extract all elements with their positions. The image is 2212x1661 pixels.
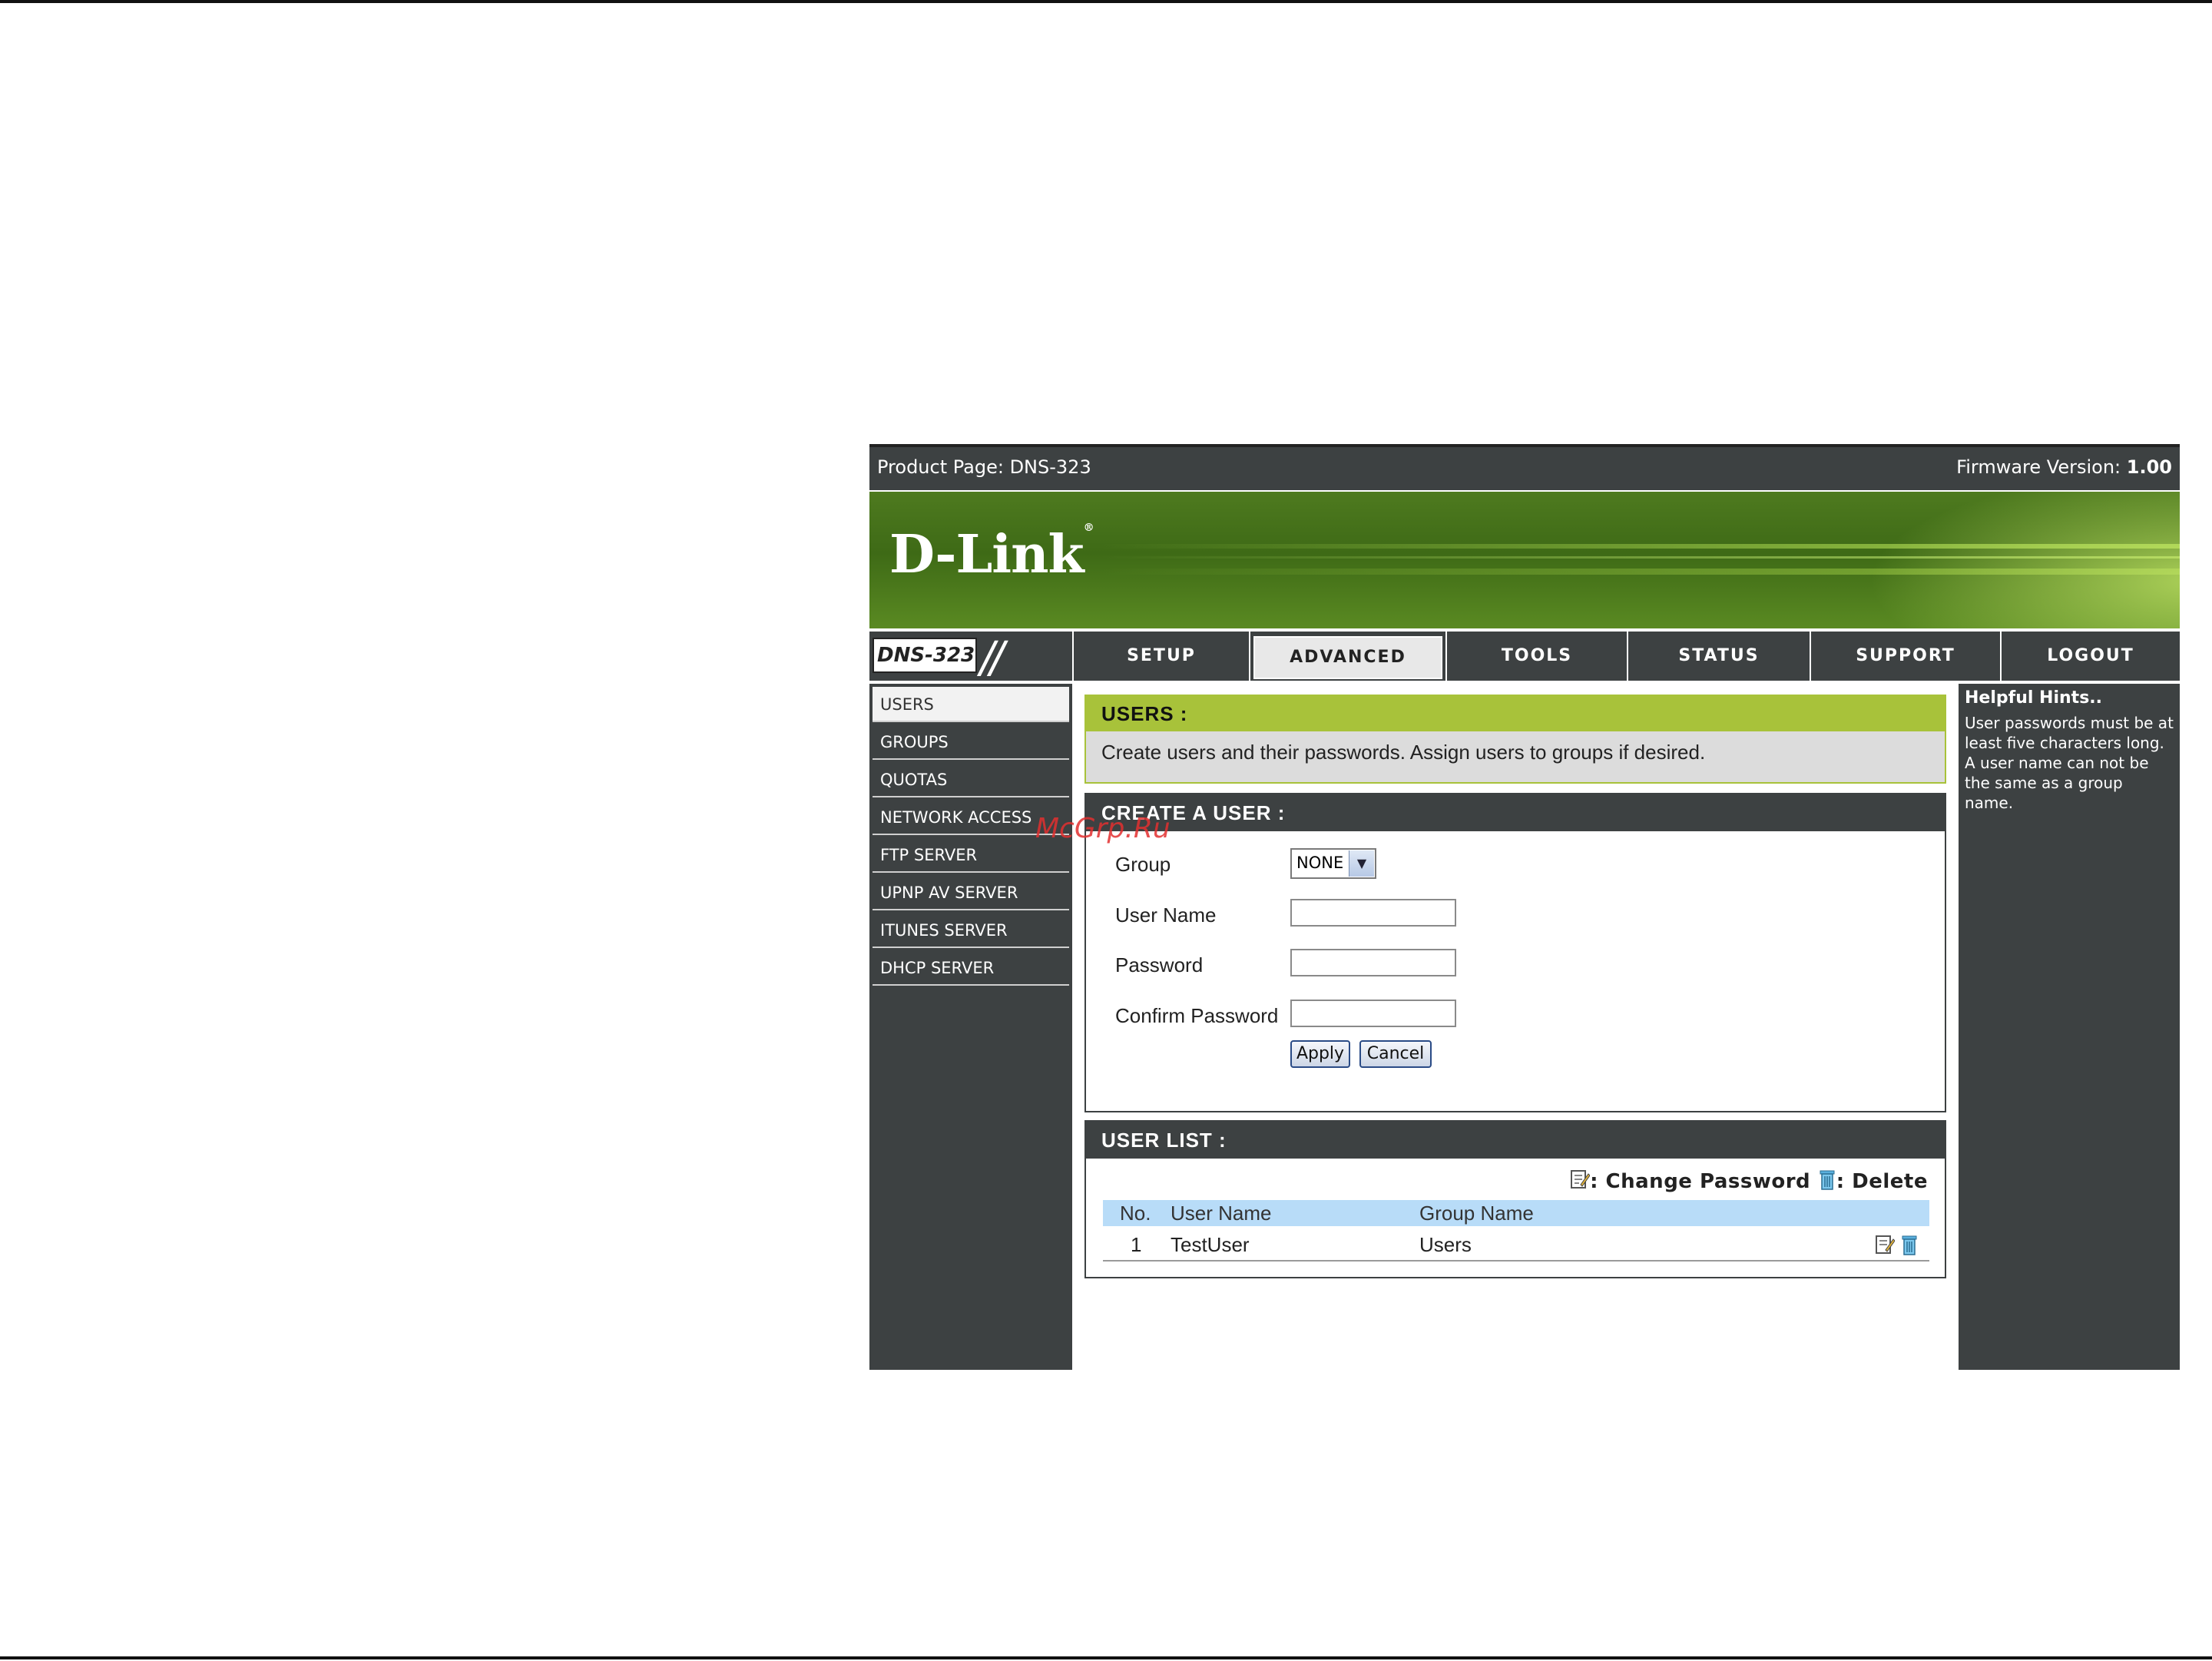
column-header-no: No. — [1120, 1202, 1151, 1225]
page-bottom-rule — [0, 1656, 2212, 1659]
tab-logout[interactable]: LOGOUT — [2002, 632, 2180, 681]
model-badge-area: DNS-323 // — [869, 632, 1072, 683]
tab-tools[interactable]: TOOLS — [1447, 632, 1627, 681]
firmware-version: Firmware Version: 1.00 — [1956, 456, 2172, 478]
product-page-label: Product Page: DNS-323 — [877, 456, 1091, 478]
users-section-title: USERS : — [1086, 696, 1945, 731]
row-edit-icon[interactable] — [1875, 1235, 1900, 1261]
main-nav: DNS-323 // SETUP ADVANCED TOOLS STATUS S… — [869, 632, 2180, 683]
watermark: McGrp.Ru — [1035, 813, 1171, 844]
trash-icon — [1818, 1168, 1836, 1196]
brand-banner: D-Link® — [869, 492, 2180, 628]
confirm-password-label: Confirm Password — [1115, 1004, 1279, 1027]
password-label: Password — [1115, 953, 1204, 976]
tab-label: TOOLS — [1501, 646, 1573, 665]
tab-label: ADVANCED — [1253, 636, 1442, 679]
tab-advanced[interactable]: ADVANCED — [1250, 632, 1445, 681]
tab-label: SUPPORT — [1856, 646, 1955, 665]
table-row: 1 TestUser Users — [1103, 1228, 1929, 1261]
apply-button[interactable]: Apply — [1290, 1040, 1350, 1068]
firmware-label: Firmware Version: — [1956, 456, 2121, 478]
username-label: User Name — [1115, 903, 1217, 927]
top-bar: Product Page: DNS-323 Firmware Version: … — [869, 444, 2180, 490]
dlink-logo: D-Link® — [889, 522, 1094, 585]
sidebar-item-quotas[interactable]: QUOTAS — [873, 762, 1069, 797]
helpful-hints-panel: Helpful Hints.. User passwords must be a… — [1959, 684, 2180, 1370]
password-input[interactable] — [1290, 949, 1456, 976]
user-list-title: USER LIST : — [1086, 1122, 1945, 1159]
router-admin-screenshot: Product Page: DNS-323 Firmware Version: … — [869, 444, 2180, 1370]
row-group-name: Users — [1419, 1233, 1472, 1256]
sidebar-item-users[interactable]: USERS — [873, 687, 1069, 722]
edit-icon — [1570, 1168, 1591, 1196]
sidebar-item-groups[interactable]: GROUPS — [873, 724, 1069, 760]
row-trash-icon[interactable] — [1900, 1235, 1919, 1261]
user-list-section: USER LIST : : Change Password : Delete N… — [1084, 1120, 1946, 1278]
delete-legend: : Delete — [1836, 1170, 1928, 1193]
confirm-password-input[interactable] — [1290, 1000, 1456, 1027]
column-header-group-name: Group Name — [1419, 1202, 1534, 1225]
sidebar-item-upnp-av-server[interactable]: UPNP AV SERVER — [873, 875, 1069, 910]
action-legend: : Change Password : Delete — [1570, 1168, 1928, 1196]
users-section-description: Create users and their passwords. Assign… — [1101, 741, 1706, 764]
hints-text: User passwords must be at least five cha… — [1965, 714, 2174, 812]
main-content: USERS : Create users and their passwords… — [1072, 684, 2060, 1370]
firmware-number: 1.00 — [2126, 456, 2172, 478]
chevron-down-icon[interactable]: ▼ — [1349, 850, 1374, 877]
cancel-button[interactable]: Cancel — [1359, 1040, 1432, 1068]
create-user-title: CREATE A USER : — [1086, 794, 1945, 831]
group-select[interactable]: NONE ▼ — [1290, 848, 1376, 879]
change-password-legend: : Change Password — [1590, 1170, 1811, 1193]
left-sidebar: USERS GROUPS QUOTAS NETWORK ACCESS FTP S… — [869, 684, 1072, 1370]
banner-sweep — [1842, 492, 2180, 628]
username-input[interactable] — [1290, 899, 1456, 927]
sidebar-item-itunes-server[interactable]: ITUNES SERVER — [873, 913, 1069, 948]
sidebar-item-dhcp-server[interactable]: DHCP SERVER — [873, 950, 1069, 986]
tab-label: LOGOUT — [2047, 646, 2134, 665]
row-actions — [1875, 1232, 1919, 1266]
hints-title: Helpful Hints.. — [1965, 688, 2102, 708]
row-no: 1 — [1131, 1233, 1142, 1256]
tab-setup[interactable]: SETUP — [1074, 632, 1249, 681]
tab-support[interactable]: SUPPORT — [1811, 632, 2000, 681]
create-user-section: CREATE A USER : Group NONE ▼ User Name P… — [1084, 793, 1946, 1112]
tab-status[interactable]: STATUS — [1628, 632, 1810, 681]
user-table-header: No. User Name Group Name — [1103, 1200, 1929, 1226]
tab-label: STATUS — [1678, 646, 1760, 665]
model-badge: DNS-323 — [873, 638, 977, 673]
group-select-value: NONE — [1296, 854, 1344, 872]
model-slashes: // — [980, 633, 1005, 683]
page-top-rule — [0, 0, 2212, 3]
logo-text: D-Link — [889, 524, 1084, 585]
tab-label: SETUP — [1127, 646, 1196, 665]
row-user-name: TestUser — [1171, 1233, 1250, 1256]
users-section: USERS : Create users and their passwords… — [1084, 695, 1946, 784]
group-label: Group — [1115, 853, 1171, 876]
column-header-user-name: User Name — [1171, 1202, 1272, 1225]
